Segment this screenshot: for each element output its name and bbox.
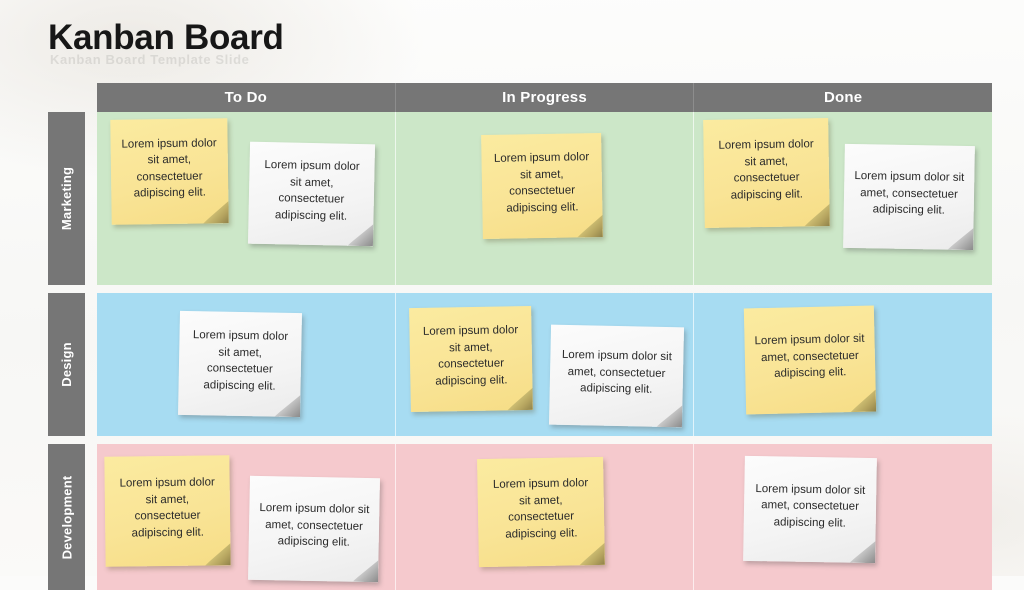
sticky-note[interactable]: Lorem ipsum dolor sit amet, consectetuer… <box>480 132 603 240</box>
swimlane-development: Development Lorem ipsum dolor sit amet, c… <box>48 444 993 590</box>
swimlane-design: Design Lorem ipsum dolor sit amet, consec… <box>48 293 993 436</box>
sticky-note[interactable]: Lorem ipsum dolor sit amet, consectetuer… <box>744 305 877 415</box>
swimlane-label-design[interactable]: Design <box>48 293 85 436</box>
sticky-note-text: Lorem ipsum dolor sit amet, consectetuer… <box>492 477 588 541</box>
sticky-note[interactable]: Lorem ipsum dolor sit amet, consectetuer… <box>178 310 302 418</box>
sticky-note-text: Lorem ipsum dolor sit amet, consectetuer… <box>561 349 672 397</box>
cell-marketing-todo[interactable]: Lorem ipsum dolor sit amet, consectetuer… <box>97 112 396 285</box>
swimlane-marketing: Marketing Lorem ipsum dolor sit amet, con… <box>48 112 993 285</box>
swimlane-label-marketing[interactable]: Marketing <box>48 112 85 285</box>
sticky-note-text: Lorem ipsum dolor sit amet, consectetuer… <box>493 151 589 215</box>
sticky-note-text: Lorem ipsum dolor sit amet, consectetuer… <box>754 333 865 381</box>
column-header-done[interactable]: Done <box>694 83 992 112</box>
cell-development-done[interactable]: Lorem ipsum dolor sit amet, consectetuer… <box>694 444 993 590</box>
kanban-board: To Do In Progress Done Marketing Lorem ipsu… <box>48 83 993 590</box>
sticky-note[interactable]: Lorem ipsum dolor sit amet, consectetuer… <box>248 475 380 583</box>
sticky-note[interactable]: Lorem ipsum dolor sit amet, consectetuer… <box>703 118 831 228</box>
sticky-note-text: Lorem ipsum dolor sit amet, consectetuer… <box>854 170 965 217</box>
sticky-note[interactable]: Lorem ipsum dolor sit amet, consectetuer… <box>743 455 878 564</box>
cell-design-done[interactable]: Lorem ipsum dolor sit amet, consectetuer… <box>694 293 993 436</box>
swimlane-label-text: Marketing <box>59 166 75 231</box>
sticky-note[interactable]: Lorem ipsum dolor sit amet, consectetuer… <box>548 324 684 428</box>
swimlane-label-development[interactable]: Development <box>48 444 85 590</box>
sticky-note-text: Lorem ipsum dolor sit amet, consectetuer… <box>422 324 518 388</box>
swimlane-label-text: Design <box>59 342 75 387</box>
sticky-note[interactable]: Lorem ipsum dolor sit amet, consectetuer… <box>476 456 605 568</box>
sticky-note[interactable]: Lorem ipsum dolor sit amet, consectetuer… <box>104 455 231 567</box>
sticky-note-text: Lorem ipsum dolor sit amet, consectetuer… <box>259 502 370 549</box>
sticky-note[interactable]: Lorem ipsum dolor sit amet, consectetuer… <box>408 305 533 413</box>
sticky-note-text: Lorem ipsum dolor sit amet, consectetuer… <box>192 329 289 393</box>
swimlane-label-text: Development <box>59 475 74 559</box>
watermark-text: Kanban Board Template Slide <box>50 52 250 67</box>
column-header-in-progress[interactable]: In Progress <box>396 83 695 112</box>
cell-development-in-progress[interactable]: Lorem ipsum dolor sit amet, consectetuer… <box>395 444 695 590</box>
sticky-note-text: Lorem ipsum dolor sit amet, consectetuer… <box>755 482 866 530</box>
sticky-note-text: Lorem ipsum dolor sit amet, consectetuer… <box>119 476 215 539</box>
cell-design-in-progress[interactable]: Lorem ipsum dolor sit amet, consectetuer… <box>395 293 695 436</box>
sticky-note[interactable]: Lorem ipsum dolor sit amet, consectetuer… <box>110 118 229 225</box>
cell-development-todo[interactable]: Lorem ipsum dolor sit amet, consectetuer… <box>97 444 396 590</box>
sticky-note[interactable]: Lorem ipsum dolor sit amet, consectetuer… <box>843 143 976 251</box>
board-column-header-row: To Do In Progress Done <box>97 83 992 112</box>
cell-design-todo[interactable]: Lorem ipsum dolor sit amet, consectetuer… <box>97 293 396 436</box>
column-header-todo[interactable]: To Do <box>97 83 396 112</box>
sticky-note-text: Lorem ipsum dolor sit amet, consectetuer… <box>264 159 360 223</box>
sticky-note[interactable]: Lorem ipsum dolor sit amet, consectetuer… <box>247 141 376 247</box>
cell-marketing-in-progress[interactable]: Lorem ipsum dolor sit amet, consectetuer… <box>395 112 695 285</box>
sticky-note-text: Lorem ipsum dolor sit amet, consectetuer… <box>718 138 815 202</box>
board-swimlanes: Marketing Lorem ipsum dolor sit amet, con… <box>48 112 993 590</box>
cell-marketing-done[interactable]: Lorem ipsum dolor sit amet, consectetuer… <box>694 112 993 285</box>
sticky-note-text: Lorem ipsum dolor sit amet, consectetuer… <box>121 136 217 200</box>
